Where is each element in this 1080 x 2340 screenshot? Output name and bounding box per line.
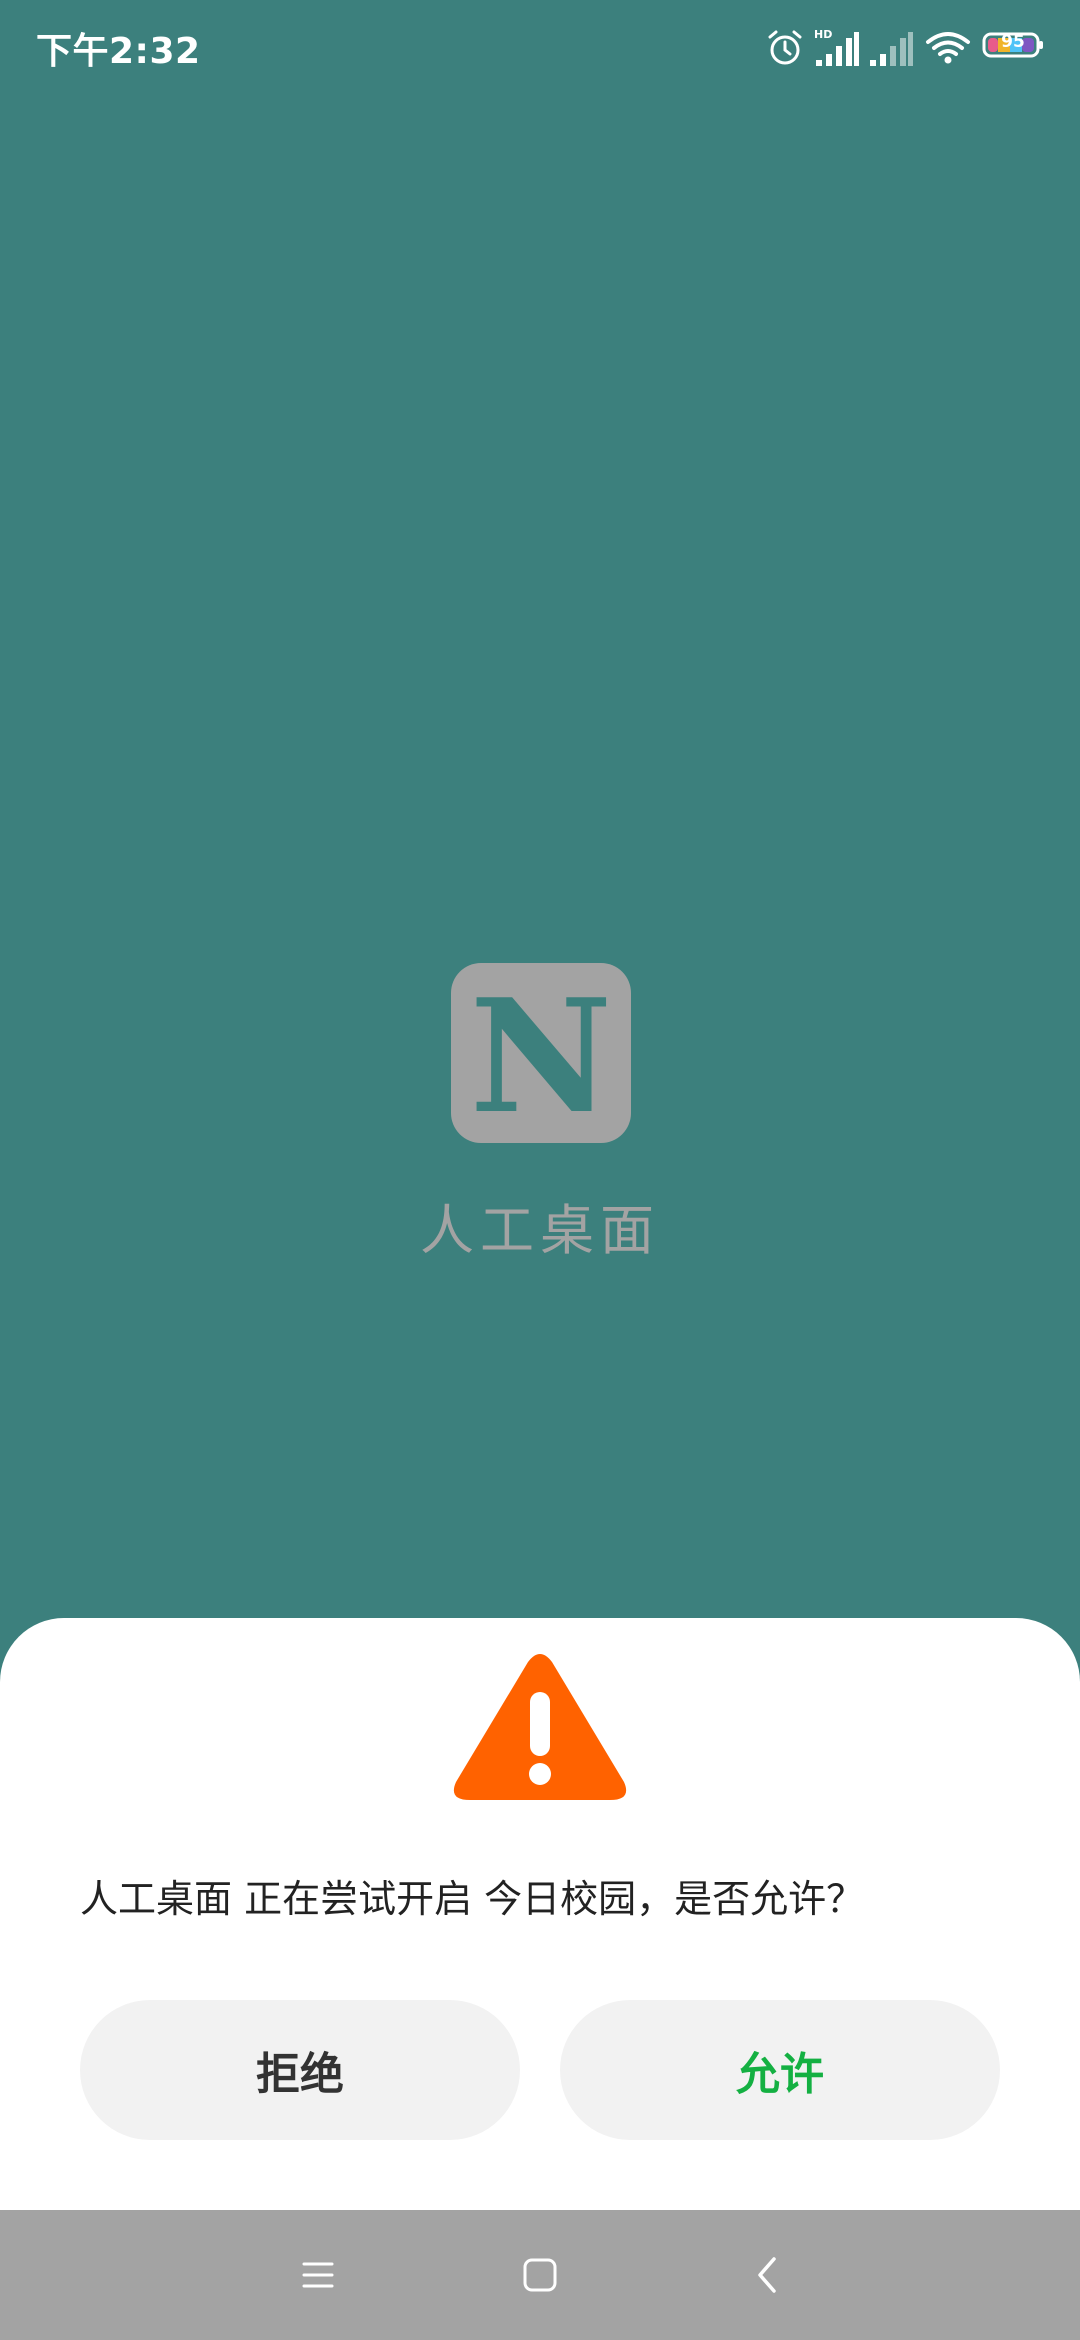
app-name: 人工桌面 [420,1199,660,1262]
permission-dialog: 人工桌面 正在尝试开启 今日校园，是否允许？ 拒绝 允许 [0,1618,1080,2210]
warning-icon [453,1654,627,1800]
signal-icon [870,32,913,66]
alarm-icon [768,30,802,65]
battery-level: 95 [1001,32,1025,52]
signal-hd-label: HD [814,28,832,41]
home-icon[interactable] [520,2255,560,2295]
allow-button[interactable]: 允许 [560,2000,1000,2140]
menu-icon[interactable] [298,2255,338,2295]
app-logo-letter: N [470,965,613,1143]
status-bar: 下午2:32 HD 95 [0,0,1080,96]
screen: 下午2:32 HD 95 N 人工桌面 人工桌面 正在尝试开启 今日校园，是否允… [0,0,1080,2340]
dialog-message: 人工桌面 正在尝试开启 今日校园，是否允许？ [80,1877,865,1921]
status-time: 下午2:32 [36,31,201,72]
signal-hd-icon: HD [814,28,859,66]
app-logo: N [451,963,631,1143]
navigation-bar [0,2210,1080,2340]
back-icon[interactable] [748,2255,788,2295]
deny-button[interactable]: 拒绝 [80,2000,520,2140]
battery-icon: 95 [982,28,1044,68]
wifi-icon [926,32,970,64]
app-logo-n-icon: N [470,965,613,1143]
